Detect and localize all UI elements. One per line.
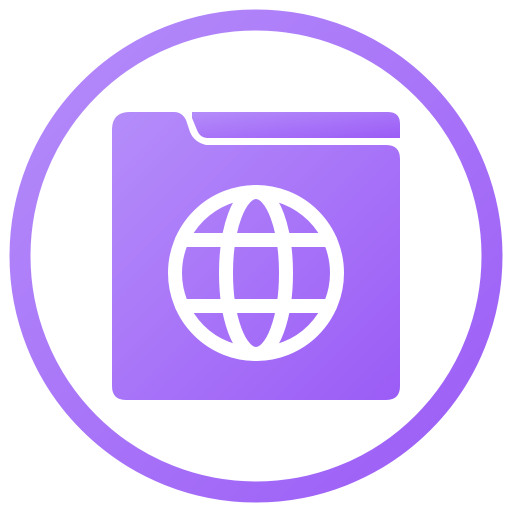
- icon-canvas: [0, 0, 512, 512]
- web-folder-icon: [9, 9, 503, 503]
- folder-back-panel: [192, 112, 400, 138]
